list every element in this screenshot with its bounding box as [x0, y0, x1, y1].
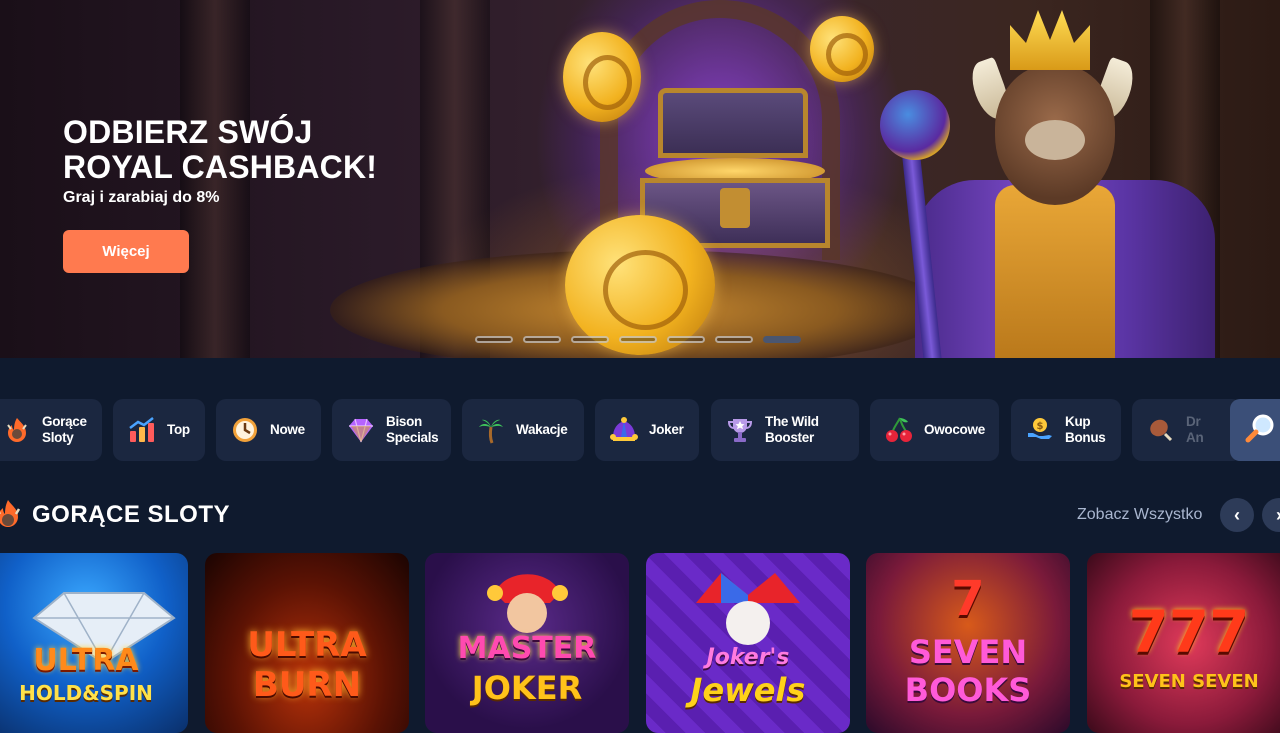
category-label: Kup Bonus	[1065, 414, 1106, 445]
game-logo-line1: ULTRA	[247, 625, 367, 665]
category-bison-specials[interactable]: Bison Specials	[332, 399, 451, 461]
category-label: Gorące Sloty	[42, 414, 87, 445]
category-label: Joker	[649, 422, 684, 437]
carousel-dot-active[interactable]	[763, 336, 801, 343]
gold-coin-image	[563, 32, 641, 122]
more-button[interactable]: Więcej	[63, 230, 189, 273]
flame-bull-icon	[2, 415, 32, 445]
gem-icon	[346, 415, 376, 445]
flame-bull-icon	[0, 498, 22, 532]
category-label: The Wild Booster	[765, 414, 819, 445]
category-buy-bonus[interactable]: $ Kup Bonus	[1011, 399, 1121, 461]
game-logo-line2: Jewels	[690, 671, 806, 709]
carousel-dot[interactable]	[571, 336, 609, 343]
money-hand-icon: $	[1025, 415, 1055, 445]
hero-title: ODBIERZ SWÓJ ROYAL CASHBACK!	[63, 114, 378, 185]
category-joker[interactable]: Joker	[595, 399, 699, 461]
joker-mask-image	[696, 573, 800, 645]
category-top[interactable]: Top	[113, 399, 205, 461]
carousel-dot[interactable]	[667, 336, 705, 343]
carousel-dot[interactable]	[475, 336, 513, 343]
prev-arrow-button[interactable]: ‹	[1220, 498, 1254, 532]
drumstick-icon	[1146, 415, 1176, 445]
search-button[interactable]	[1230, 399, 1280, 461]
section-title: GORĄCE SLOTY	[32, 501, 231, 528]
game-tile[interactable]: ULTRA BURN	[205, 553, 409, 733]
category-label: Dr An	[1186, 414, 1204, 445]
game-tile[interactable]: MASTER JOKER	[425, 553, 629, 733]
game-logo-line1: 777	[1128, 598, 1250, 666]
game-logo-line2: JOKER	[471, 669, 583, 707]
clock-icon	[230, 415, 260, 445]
bison-king-mascot-image	[875, 10, 1215, 358]
see-all-link[interactable]: Zobacz Wszystko	[1077, 506, 1202, 524]
gold-coin-image	[810, 16, 874, 82]
game-logo-line1: MASTER	[457, 631, 597, 666]
category-label: Owocowe	[924, 422, 985, 437]
carousel-dot[interactable]	[619, 336, 657, 343]
category-partial[interactable]: Dr An	[1132, 399, 1242, 461]
category-label: Nowe	[270, 422, 305, 437]
carousel-dots	[475, 336, 801, 343]
category-fruits[interactable]: Owocowe	[870, 399, 999, 461]
category-label: Bison Specials	[386, 414, 439, 445]
chevron-right-icon: ›	[1276, 505, 1280, 526]
trophy-icon	[725, 415, 755, 445]
hero-subtitle: Graj i zarabiaj do 8%	[63, 189, 220, 206]
game-logo-line1: SEVEN	[908, 633, 1028, 671]
category-holidays[interactable]: Wakacje	[462, 399, 584, 461]
chevron-left-icon: ‹	[1234, 504, 1240, 525]
gold-coin-image	[565, 215, 715, 355]
game-tile[interactable]: ULTRA HOLD&SPIN	[0, 553, 188, 733]
game-tile[interactable]: 7 SEVEN BOOKS	[866, 553, 1070, 733]
jester-hat-icon	[609, 415, 639, 445]
palm-icon	[476, 415, 506, 445]
hot-slots-section-header: GORĄCE SLOTY Zobacz Wszystko ‹ ›	[0, 496, 1280, 536]
game-logo-line2: BOOKS	[904, 671, 1032, 709]
category-wild-booster[interactable]: The Wild Booster	[711, 399, 859, 461]
category-label: Wakacje	[516, 422, 568, 437]
game-logo-line2: SEVEN SEVEN	[1119, 671, 1259, 692]
svg-text:$: $	[1037, 421, 1044, 432]
next-arrow-button[interactable]: ›	[1262, 498, 1280, 532]
carousel-dot[interactable]	[523, 336, 561, 343]
game-tile[interactable]: Joker's Jewels	[646, 553, 850, 733]
category-label: Top	[167, 422, 190, 437]
game-logo-line1: ULTRA	[33, 643, 139, 678]
search-icon	[1243, 411, 1277, 450]
chart-icon	[127, 415, 157, 445]
game-logo-line2: HOLD&SPIN	[19, 681, 153, 705]
hero-banner[interactable]: ODBIERZ SWÓJ ROYAL CASHBACK! Graj i zara…	[0, 0, 1280, 358]
game-logo-line1: Joker's	[706, 645, 790, 670]
category-new[interactable]: Nowe	[216, 399, 321, 461]
category-bar: Gorące Sloty Top Nowe Bison Specials Wak…	[0, 399, 1280, 461]
carousel-dot[interactable]	[715, 336, 753, 343]
game-tile[interactable]: 777 SEVEN SEVEN	[1087, 553, 1280, 733]
category-hot-slots[interactable]: Gorące Sloty	[0, 399, 102, 461]
seven-numeral-image: 7	[951, 571, 985, 627]
game-logo-line2: BURN	[252, 665, 362, 705]
cherry-icon	[884, 415, 914, 445]
